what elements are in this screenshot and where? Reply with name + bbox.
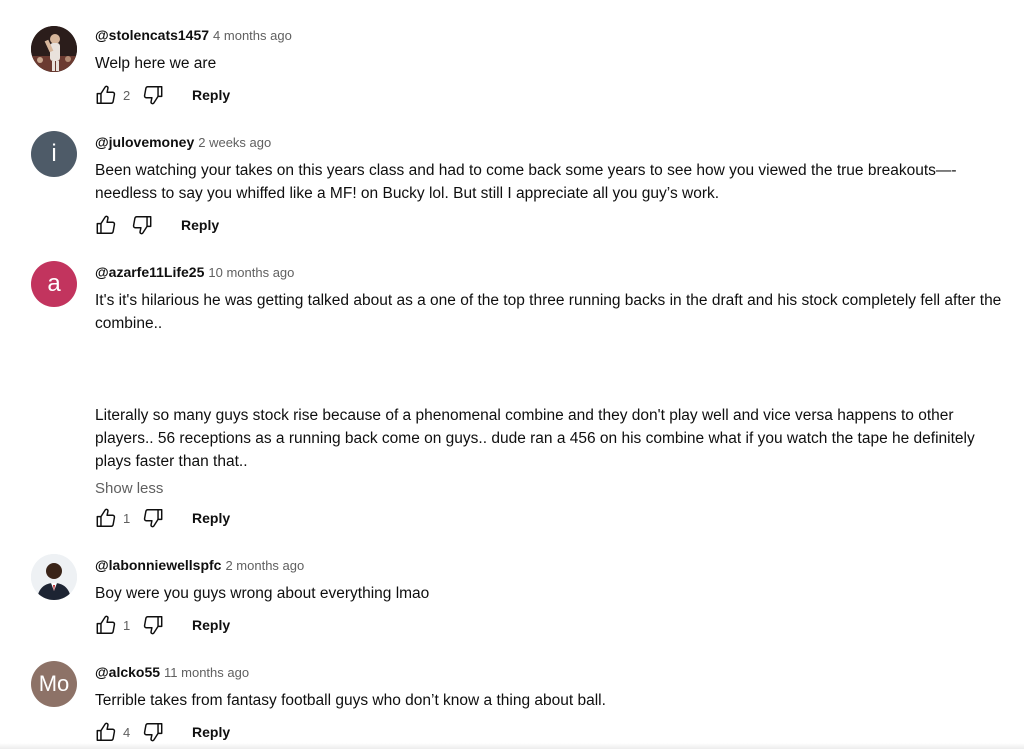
comment-text-continued: Literally so many guys stock rise becaus… [95,407,975,470]
comment-author[interactable]: @alcko55 [95,664,160,680]
like-button[interactable] [95,614,117,636]
avatar-letter: i [51,140,57,167]
avatar-letter: Mo [38,671,70,696]
comment-author[interactable]: @azarfe11Life25 [95,264,204,280]
avatar[interactable] [31,26,77,72]
thumbs-up-icon [96,508,116,527]
avatar[interactable]: a [31,261,77,307]
avatar[interactable]: Mo [31,661,77,707]
thumbs-down-icon [143,509,163,528]
comment-author[interactable]: @labonniewellspfc [95,557,221,573]
comment-author[interactable]: @stolencats1457 [95,27,209,43]
dislike-button[interactable] [142,614,164,636]
avatar[interactable]: i [31,131,77,177]
like-count: 1 [123,617,131,633]
dislike-button[interactable] [142,84,164,106]
comment-text: Welp here we are [95,55,217,72]
comment-text: Terrible takes from fantasy football guy… [95,692,606,709]
comment-author[interactable]: @julovemoney [95,134,194,150]
comment-timestamp[interactable]: 2 weeks ago [198,135,271,150]
reply-button[interactable]: Reply [181,217,219,233]
like-count: 1 [123,510,131,526]
thumbs-up-icon [96,615,116,634]
reply-button[interactable]: Reply [192,724,230,740]
profile-photo-icon [31,554,77,600]
dislike-button[interactable] [142,721,164,743]
comment-timestamp[interactable]: 11 months ago [164,665,249,680]
comments-section: @stolencats1457 4 months ago Welp here we… [0,0,1024,749]
comment-text: Boy were you guys wrong about everything… [95,585,430,602]
like-count: 2 [123,87,131,103]
thumbs-up-icon [96,722,116,741]
avatar[interactable] [31,554,77,600]
thumbs-down-icon [143,616,163,635]
thumbs-down-icon [143,723,163,742]
comment-timestamp[interactable]: 4 months ago [213,28,292,43]
bottom-edge [0,743,1024,749]
avatar-letter: a [47,270,61,297]
profile-photo-icon [31,26,77,72]
thumbs-up-icon [96,85,116,104]
like-button[interactable] [95,721,117,743]
show-less-button[interactable]: Show less [95,480,163,497]
comment-timestamp[interactable]: 10 months ago [208,265,294,280]
thumbs-down-icon [143,86,163,105]
thumbs-down-icon [132,216,152,235]
reply-button[interactable]: Reply [192,510,230,526]
reply-button[interactable]: Reply [192,87,230,103]
comment-text: Been watching your takes on this years c… [95,162,957,202]
dislike-button[interactable] [131,214,153,236]
comment-text: It's it's hilarious he was getting talke… [95,292,1002,332]
like-button[interactable] [95,84,117,106]
like-count: 4 [123,724,131,740]
dislike-button[interactable] [142,507,164,529]
thumbs-up-icon [96,215,116,234]
like-button[interactable] [95,507,117,529]
like-button[interactable] [95,214,117,236]
comment-timestamp[interactable]: 2 months ago [225,558,304,573]
reply-button[interactable]: Reply [192,617,230,633]
